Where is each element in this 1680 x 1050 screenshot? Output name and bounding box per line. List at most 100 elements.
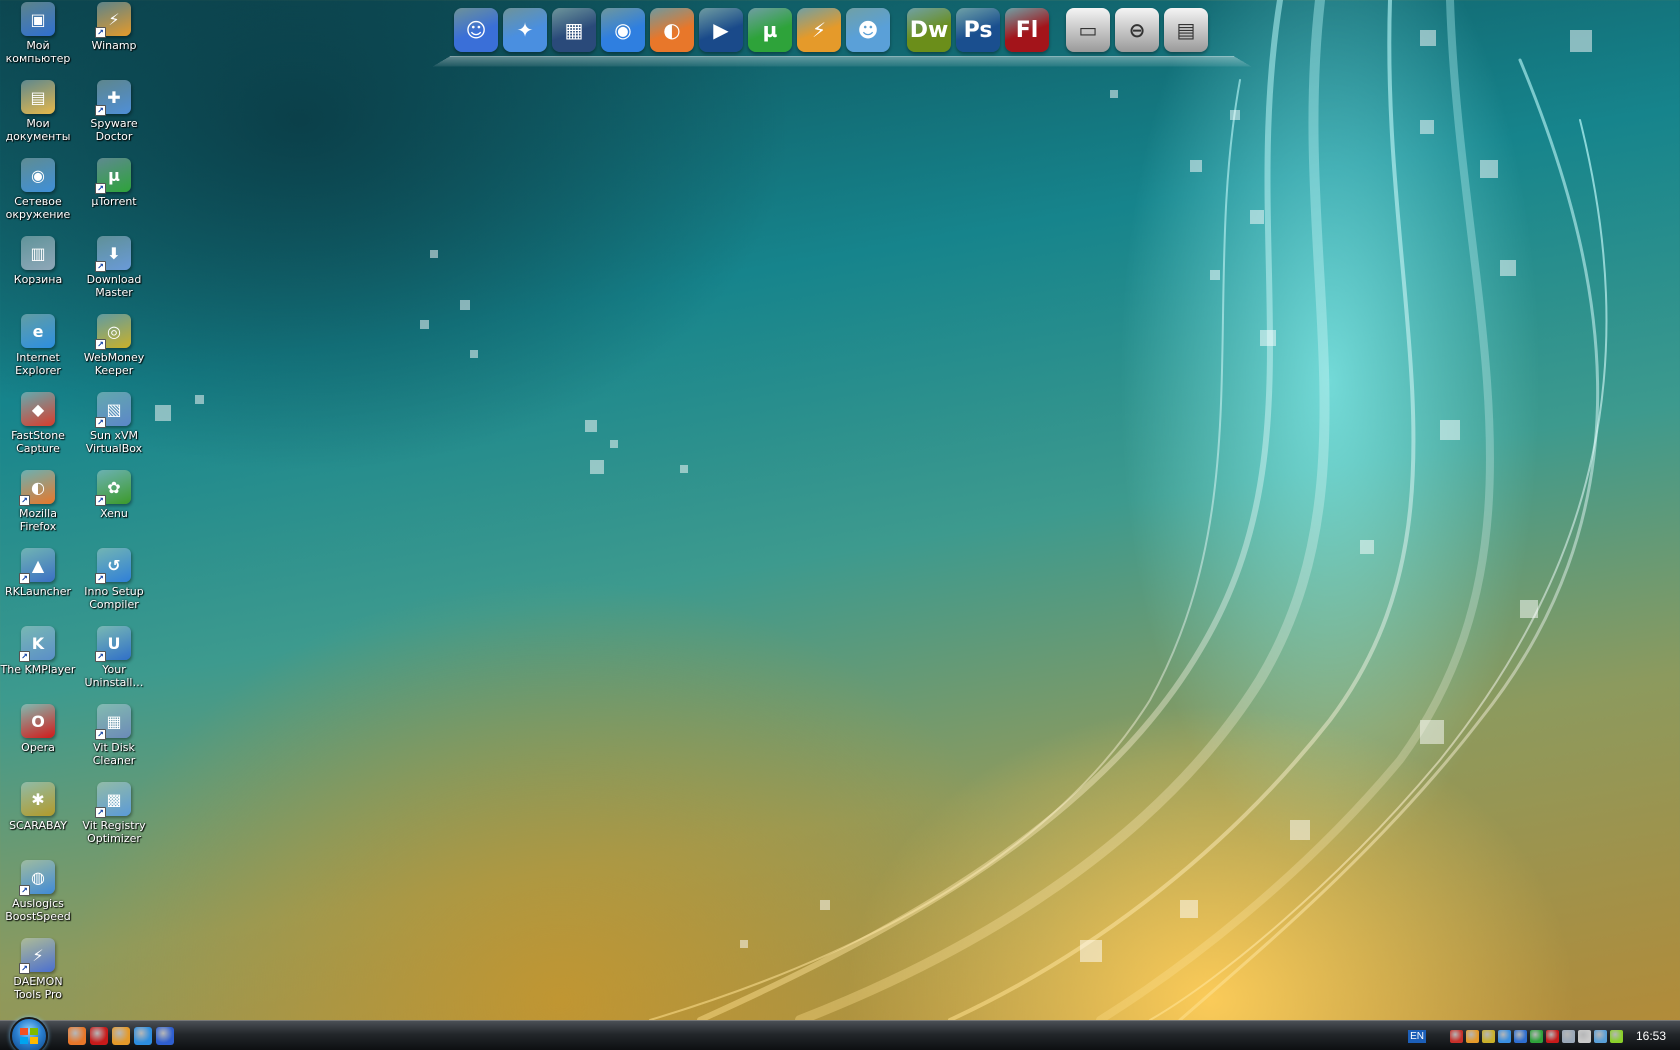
photoshop-icon[interactable]: Ps bbox=[956, 8, 1000, 52]
desktop-icon-label: Vit Disk Cleaner bbox=[92, 741, 136, 767]
desktop-icon-label: Winamp bbox=[91, 39, 137, 52]
messenger-icon[interactable]: ☻ bbox=[846, 8, 890, 52]
my-computer-icon: ▣ bbox=[21, 2, 55, 36]
tray-icons bbox=[1449, 1029, 1626, 1043]
tray-display-icon[interactable] bbox=[1513, 1029, 1527, 1043]
daemon-tools-icon: ⚡ ↗ bbox=[19, 938, 55, 974]
desktop-icon-label: µTorrent bbox=[91, 195, 137, 208]
desktop-icon-label: Xenu bbox=[100, 507, 128, 520]
shortcut-arrow-icon: ↗ bbox=[95, 261, 106, 272]
desktop-icon-label: Sun xVM VirtualBox bbox=[85, 429, 143, 455]
finder-icon[interactable]: ☺ bbox=[454, 8, 498, 52]
empty-cell bbox=[76, 936, 152, 1014]
desktop-icon-label: SCARABAY bbox=[9, 819, 67, 832]
desktop-shortcut[interactable]: ↺ ↗ Inno Setup Compiler bbox=[76, 546, 152, 624]
desktop-icon-label: WebMoney Keeper Clas… bbox=[83, 351, 145, 377]
tray-messenger-icon[interactable] bbox=[1593, 1029, 1607, 1043]
desktop-shortcut[interactable]: ⚡ ↗ Winamp bbox=[76, 0, 152, 78]
ql-winamp-icon[interactable] bbox=[112, 1027, 130, 1045]
desktop-icon-label: RKLauncher bbox=[5, 585, 71, 598]
dock-separator bbox=[895, 8, 907, 52]
flash-icon[interactable]: Fl bbox=[1005, 8, 1049, 52]
ql-show-desktop-icon[interactable] bbox=[156, 1027, 174, 1045]
dreamweaver-icon[interactable]: Dw bbox=[907, 8, 951, 52]
quick-launch bbox=[68, 1027, 178, 1045]
desktop-icon-label: Vit Registry Optimizer bbox=[82, 819, 146, 845]
desktop-shortcut[interactable]: ▩ ↗ Vit Registry Optimizer bbox=[76, 780, 152, 858]
desktop-shortcut[interactable]: ▦ ↗ Vit Disk Cleaner bbox=[76, 702, 152, 780]
system-tray: EN 16:53 bbox=[1408, 1021, 1680, 1050]
tray-volume-icon[interactable] bbox=[1577, 1029, 1591, 1043]
start-button[interactable] bbox=[10, 1017, 48, 1050]
desktop-shortcut[interactable]: ▧ ↗ Sun xVM VirtualBox bbox=[76, 390, 152, 468]
desktop-shortcut[interactable]: U ↗ Your Uninstall… bbox=[76, 624, 152, 702]
clock[interactable]: 16:53 bbox=[1636, 1029, 1666, 1043]
desktop-shortcut[interactable]: ✚ ↗ Spyware Doctor bbox=[76, 78, 152, 156]
tray-opera-icon[interactable] bbox=[1545, 1029, 1559, 1043]
desktop-icon-label: The KMPlayer bbox=[0, 663, 76, 676]
desktop-shortcut[interactable]: ◎↗WebMoney Keeper Clas… bbox=[76, 312, 152, 390]
shortcut-arrow-icon: ↗ bbox=[95, 339, 106, 350]
download-master-icon: ⬇ ↗ bbox=[95, 236, 131, 272]
opera-icon: O bbox=[21, 704, 55, 738]
winamp-dock-icon[interactable]: ⚡ bbox=[797, 8, 841, 52]
tray-safely-remove-icon[interactable] bbox=[1561, 1029, 1575, 1043]
desktop-shortcut[interactable]: ✱ SCARABAY bbox=[0, 780, 76, 858]
taskbar: EN 16:53 bbox=[0, 1017, 1680, 1050]
desktop-shortcut[interactable]: ▲ ↗ RKLauncher bbox=[0, 546, 76, 624]
webmoney-icon: ◎ ↗ bbox=[95, 314, 131, 350]
desktop-shortcut[interactable]: ▤ Мои документы bbox=[0, 78, 76, 156]
shortcut-arrow-icon: ↗ bbox=[95, 573, 106, 584]
tray-winamp-icon[interactable] bbox=[1465, 1029, 1479, 1043]
internet-explorer-icon: e bbox=[21, 314, 55, 348]
shortcut-arrow-icon: ↗ bbox=[19, 651, 30, 662]
media-player-icon[interactable]: ▶ bbox=[699, 8, 743, 52]
vit-disk-cleaner-icon: ▦ ↗ bbox=[95, 704, 131, 740]
desktop-icon-label: Spyware Doctor bbox=[90, 117, 138, 143]
desktop-shortcut[interactable]: ▣ Мой компьютер bbox=[0, 0, 76, 78]
shortcut-arrow-icon: ↗ bbox=[95, 105, 106, 116]
desktop-icon-label: Auslogics BoostSpeed bbox=[5, 897, 71, 923]
firefox-icon: ◐ ↗ bbox=[19, 470, 55, 506]
recycle-bin-icon: ▥ bbox=[21, 236, 55, 270]
desktop-shortcut[interactable]: ⬇ ↗ Download Master bbox=[76, 234, 152, 312]
ql-ie-icon[interactable] bbox=[134, 1027, 152, 1045]
drive-icon[interactable]: ▭ bbox=[1066, 8, 1110, 52]
desktop-shortcut[interactable]: K ↗ The KMPlayer bbox=[0, 624, 76, 702]
auslogics-icon: ◍ ↗ bbox=[19, 860, 55, 896]
desktop-shortcut[interactable]: ⚡ ↗ DAEMON Tools Pro bbox=[0, 936, 76, 1014]
shortcut-arrow-icon: ↗ bbox=[95, 183, 106, 194]
shortcut-arrow-icon: ↗ bbox=[95, 651, 106, 662]
wallpaper-light-streaks bbox=[155, 0, 1608, 1020]
disk-icon[interactable]: ▤ bbox=[1164, 8, 1208, 52]
ql-firefox-icon[interactable] bbox=[68, 1027, 86, 1045]
tray-webmoney-icon[interactable] bbox=[1481, 1029, 1495, 1043]
tray-utorrent-icon[interactable] bbox=[1529, 1029, 1543, 1043]
tray-battery-icon[interactable] bbox=[1609, 1029, 1623, 1043]
tray-network-icon[interactable] bbox=[1497, 1029, 1511, 1043]
desktop-shortcut[interactable]: ✿ ↗ Xenu bbox=[76, 468, 152, 546]
firefox-dock-icon[interactable]: ◐ bbox=[650, 8, 694, 52]
desktop-icon-label: FastStone Capture bbox=[11, 429, 65, 455]
desktop-shortcut[interactable]: ◐ ↗ Mozilla Firefox bbox=[0, 468, 76, 546]
desktop-icon-label: Mozilla Firefox bbox=[19, 507, 57, 533]
desktop-shortcut[interactable]: ◉ Сетевое окружение bbox=[0, 156, 76, 234]
drive-eject-icon[interactable]: ⊖ bbox=[1115, 8, 1159, 52]
desktop-shortcut[interactable]: e Internet Explorer bbox=[0, 312, 76, 390]
tray-app1-icon[interactable] bbox=[1449, 1029, 1463, 1043]
xenu-icon: ✿ ↗ bbox=[95, 470, 131, 506]
language-indicator[interactable]: EN bbox=[1408, 1029, 1426, 1043]
ql-opera-icon[interactable] bbox=[90, 1027, 108, 1045]
utorrent-dock-icon[interactable]: µ bbox=[748, 8, 792, 52]
desktop-shortcut[interactable]: ◍ ↗ Auslogics BoostSpeed bbox=[0, 858, 76, 936]
internet-globe-icon[interactable]: ◉ bbox=[601, 8, 645, 52]
shortcut-arrow-icon: ↗ bbox=[19, 495, 30, 506]
desktop-shortcut[interactable]: µ ↗ µTorrent bbox=[76, 156, 152, 234]
dashboard-icon[interactable]: ▦ bbox=[552, 8, 596, 52]
desktop-shortcut[interactable]: ▥ Корзина bbox=[0, 234, 76, 312]
safari-icon[interactable]: ✦ bbox=[503, 8, 547, 52]
desktop-shortcut[interactable]: O Opera bbox=[0, 702, 76, 780]
desktop-shortcut[interactable]: ◆ FastStone Capture bbox=[0, 390, 76, 468]
windows-logo-icon bbox=[20, 1028, 38, 1044]
app-dock: ☺ ✦ ▦ ◉ ◐ ▶ µ ⚡ ☻ Dw Ps Fl ▭ ⊖ ▤ bbox=[432, 4, 1252, 67]
